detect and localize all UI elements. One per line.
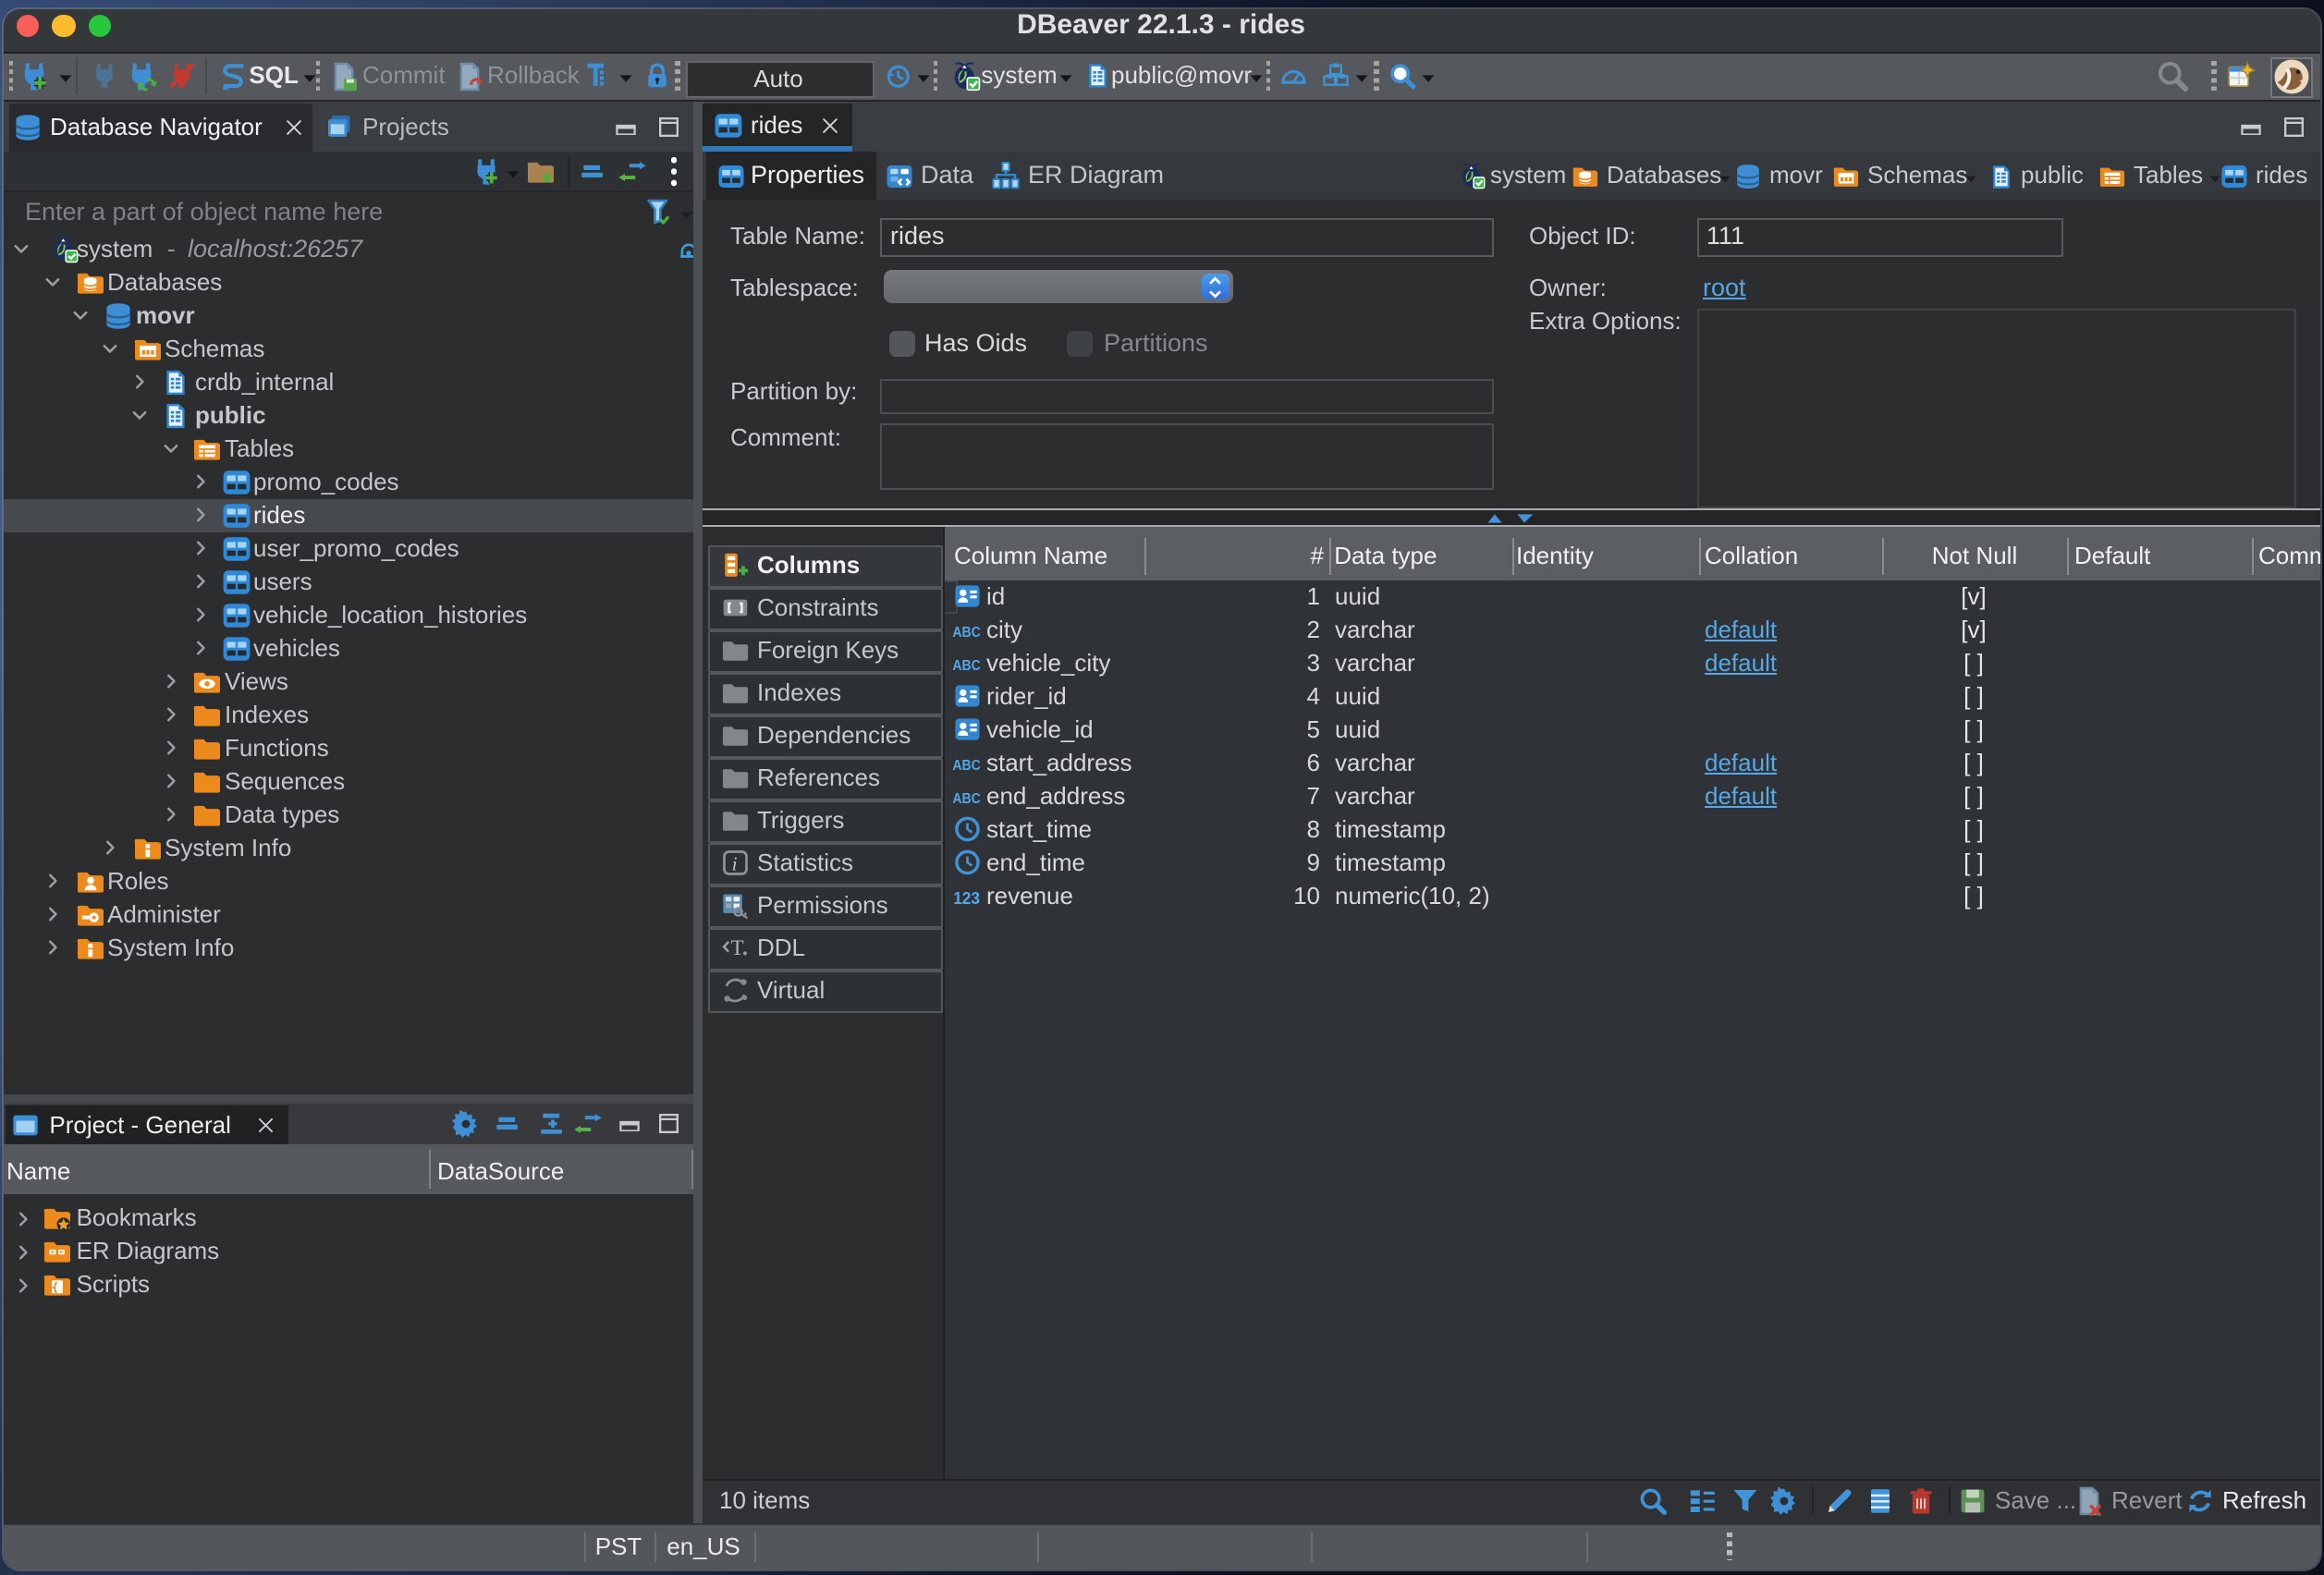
svg-text:T: T (729, 936, 742, 960)
svg-text:i: i (731, 852, 737, 874)
